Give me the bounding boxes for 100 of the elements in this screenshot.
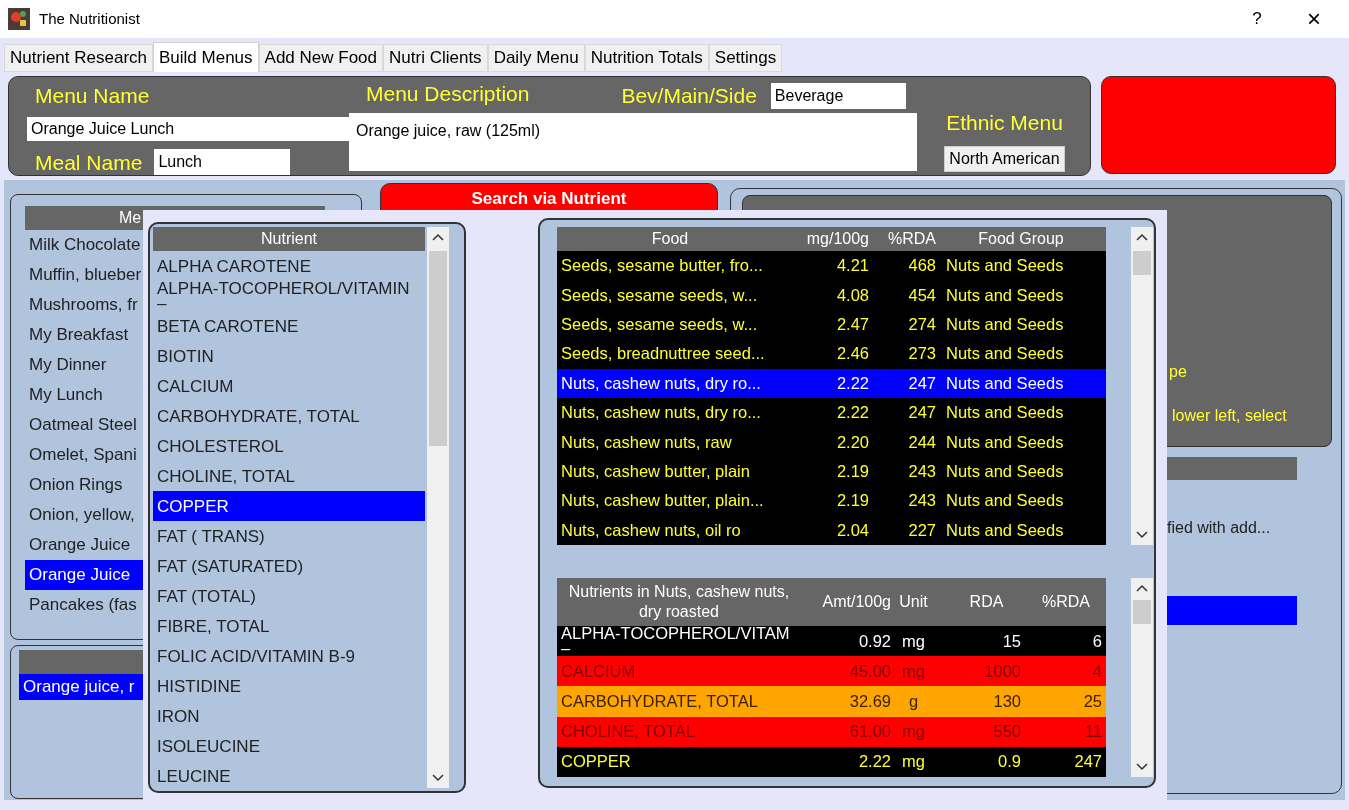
table-cell-text: 244 [907,431,936,453]
table-cell-text: 4.08 [835,284,869,306]
table-cell-text: mg [901,633,926,649]
food-row[interactable]: Nuts, cashew butter, plain 2.19 243 Nuts and Seeds [557,456,1106,487]
tab[interactable]: Settings [708,44,783,72]
table-cell-text: Nuts and Seeds [945,372,1065,394]
bev-main-side-field[interactable]: Beverage [770,83,906,109]
food-row[interactable]: Nuts, cashew nuts, dry ro... 2.22 247 Nuts and Seeds [557,397,1106,428]
table-cell-text: Nuts, cashew nuts, oil ro [560,519,742,541]
menu-name-field[interactable]: Orange Juice Lunch [27,116,350,141]
nutrient-list-item[interactable]: ALPHA-TOCOPHEROL/VITAMIN – [153,281,425,311]
food-row[interactable]: Nuts, cashew nuts, raw 2.20 244 Nuts and Seeds [557,427,1106,457]
nutrient-list-item[interactable]: BIOTIN [153,341,425,371]
table-cell-text: 130 [992,693,1021,709]
food-row[interactable]: Seeds, breadnuttree seed... 2.46 273 Nuts and Seeds [557,339,1106,369]
scrollbar[interactable] [1131,578,1153,777]
table-cell-text: 1000 [983,663,1021,679]
table-cell-text: 2.20 [835,431,869,453]
table-cell-text: mg [901,724,926,740]
table-cell-text: 2.19 [835,461,869,483]
column-header: Food Group [977,229,1065,249]
food-row[interactable]: Seeds, sesame seeds, w... 2.47 274 Nuts and Seeds [557,309,1106,340]
nutrient-list-item[interactable]: FAT (TOTAL) [153,581,425,611]
nutrient-list-item[interactable]: ISOLEUCINE [153,731,425,761]
table-cell-text: COPPER [560,754,632,770]
scroll-up-icon[interactable] [432,233,444,241]
table-cell-text: 2.47 [835,314,869,336]
column-header: Nutrients in Nuts, cashew nuts, dry roasted [567,582,791,622]
nutrient-list-item[interactable]: COPPER [153,491,425,521]
ethnic-menu-label: Ethnic Menu [946,110,1063,136]
food-row[interactable]: Seeds, sesame butter, fro... 4.21 468 Nuts and Seeds [557,251,1106,281]
nutrient-list-item[interactable]: ALPHA CAROTENE [153,251,425,281]
column-header: RDA [968,592,1005,612]
table-cell-text: mg [901,663,926,679]
scrollbar-thumb[interactable] [429,251,447,446]
food-row[interactable]: Nuts, cashew nuts, dry ro... 2.22 247 Nuts and Seeds [557,368,1106,398]
food-row[interactable]: Seeds, sesame seeds, w... 4.08 454 Nuts and Seeds [557,280,1106,310]
table-cell-text: Nuts and Seeds [945,490,1065,512]
tab[interactable]: Build Menus [153,42,259,72]
table-cell-text: 0.9 [997,754,1021,770]
table-cell-text: 6 [1091,633,1103,649]
nutrient-list-item[interactable]: FAT ( TRANS) [153,521,425,551]
scroll-down-icon[interactable] [1136,763,1148,771]
nutrient-list-item[interactable]: CHOLESTEROL [153,431,425,461]
close-button[interactable]: × [1279,0,1349,38]
meal-name-field[interactable]: Lunch [154,149,291,176]
scrollbar[interactable] [427,227,449,788]
table-cell-text: Nuts and Seeds [945,314,1065,336]
food-row[interactable]: Nuts, cashew nuts, oil ro 2.04 227 Nuts and Seeds [557,515,1106,545]
nutrient-list-item[interactable]: FIBRE, TOTAL [153,611,425,641]
scrollbar-thumb[interactable] [1133,251,1151,275]
help-button[interactable]: ? [1235,0,1279,38]
table-cell-text: 2.46 [835,343,869,365]
nutrient-list-item[interactable]: HISTIDINE [153,671,425,701]
nutrient-list-item[interactable]: LEUCINE [153,761,425,791]
table-cell-text: Nuts, cashew butter, plain [560,461,751,483]
table-cell-text: Seeds, sesame seeds, w... [560,284,759,306]
ethnic-menu-field[interactable]: North American [944,145,1065,172]
table-cell-text: 2.19 [835,490,869,512]
table-cell-text: 2.22 [857,754,891,770]
nutrient-list-item[interactable]: CHOLINE, TOTAL [153,461,425,491]
table-cell-text: 247 [907,402,936,424]
table-cell-text: Seeds, breadnuttree seed... [560,343,766,365]
table-cell-text: 273 [907,343,936,365]
tab[interactable]: Nutri Clients [383,44,488,72]
food-row[interactable]: Nuts, cashew butter, plain... 2.19 243 Nuts and Seeds [557,486,1106,516]
nutrient-list-item[interactable]: FOLIC ACID/VITAMIN B-9 [153,641,425,671]
column-header: Amt/100g [821,592,891,612]
table-cell-text: Nuts and Seeds [945,431,1065,453]
nutrient-list-item[interactable]: CARBOHYDRATE, TOTAL [153,401,425,431]
nutrient-list-item[interactable]: FAT (SATURATED) [153,551,425,581]
scroll-up-icon[interactable] [1136,233,1148,241]
table-cell-text: Nuts and Seeds [945,284,1065,306]
table-cell-text: Nuts, cashew nuts, dry ro... [560,402,762,424]
table-cell-text: 11 [1083,724,1103,740]
scroll-up-icon[interactable] [1136,584,1148,592]
scrollbar[interactable] [1131,227,1153,545]
menu-description-field[interactable]: Orange juice, raw (125ml) [349,113,917,171]
scroll-down-icon[interactable] [432,774,444,782]
scroll-down-icon[interactable] [1136,531,1148,539]
table-cell-text: g [907,693,920,709]
tab[interactable]: Nutrition Totals [584,44,709,72]
tab[interactable]: Daily Menu [487,44,585,72]
nutrient-list-item[interactable]: CALCIUM [153,371,425,401]
column-header: %RDA [887,229,936,249]
nutrient-row[interactable]: CARBOHYDRATE, TOTAL 32.69 g 130 25 [557,686,1106,717]
tab[interactable]: Add New Food [258,44,384,72]
table-cell-text: Nuts and Seeds [945,461,1065,483]
table-cell-text: CARBOHYDRATE, TOTAL [560,693,759,709]
nutrient-list-item[interactable]: IRON [153,701,425,731]
table-cell-text: CHOLINE, TOTAL [560,724,696,740]
scrollbar-thumb[interactable] [1133,600,1151,624]
meal-name-label: Meal Name [35,149,143,176]
table-cell-text: CALCIUM [560,663,637,679]
table-cell-text: 247 [907,372,936,394]
nutrient-list-item[interactable]: BETA CAROTENE [153,311,425,341]
table-cell-text: 468 [907,255,936,277]
table-cell-text: 15 [1001,633,1021,649]
tab[interactable]: Nutrient Research [4,44,153,72]
table-cell-text: 247 [1073,754,1103,770]
